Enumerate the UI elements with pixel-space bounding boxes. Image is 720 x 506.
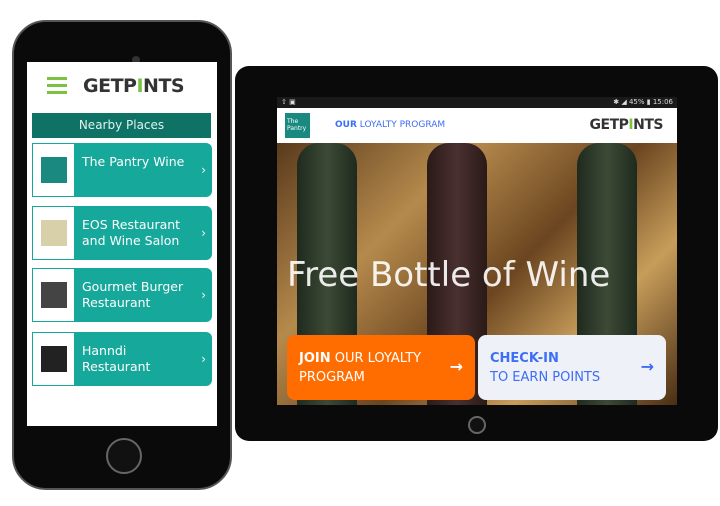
join-loyalty-button[interactable]: JOIN OUR LOYALTY PROGRAM →: [287, 335, 475, 400]
hero-title: Free Bottle of Wine: [287, 255, 611, 295]
chevron-right-icon: ›: [201, 226, 206, 240]
place-item[interactable]: Gourmet Burger Restaurant ›: [32, 268, 212, 322]
place-item[interactable]: The Pantry Wine ›: [32, 143, 212, 197]
arrow-right-icon: →: [640, 357, 654, 376]
place-item[interactable]: EOS Restaurant and Wine Salon ›: [32, 206, 212, 260]
tablet-header: The Pantry OUR LOYALTY PROGRAM GETPINTS: [277, 108, 677, 143]
place-item[interactable]: Hanndi Restaurant ›: [32, 332, 212, 386]
arrow-right-icon: →: [449, 357, 463, 376]
chevron-right-icon: ›: [201, 352, 206, 366]
place-thumbnail: [40, 346, 67, 372]
chevron-right-icon: ›: [201, 163, 206, 177]
phone-screen: GETPINTS Nearby Places The Pantry Wine › …: [27, 62, 217, 426]
check-in-button[interactable]: CHECK-IN TO EARN POINTS →: [478, 335, 666, 400]
home-button[interactable]: [106, 438, 142, 474]
status-bar: ⇧ ▣ ✱ ◢ 45% ▮ 15:06: [277, 97, 677, 108]
pantry-logo: The Pantry: [285, 113, 310, 138]
hero-image: Free Bottle of Wine JOIN OUR LOYALTY PROG…: [277, 143, 677, 405]
loyalty-program-link[interactable]: OUR LOYALTY PROGRAM: [335, 120, 445, 130]
chevron-right-icon: ›: [201, 288, 206, 302]
place-thumbnail: [40, 157, 67, 183]
tablet-screen: ⇧ ▣ ✱ ◢ 45% ▮ 15:06 The Pantry OUR LOYALT…: [277, 97, 677, 405]
hamburger-menu-icon[interactable]: [47, 77, 67, 98]
home-button[interactable]: [468, 416, 486, 434]
nearby-places-header: Nearby Places: [32, 113, 211, 138]
place-thumbnail: [40, 282, 67, 308]
place-thumbnail: [40, 220, 67, 246]
getpoints-logo: GETPINTS: [83, 75, 185, 97]
getpoints-logo: GETPINTS: [589, 117, 664, 133]
